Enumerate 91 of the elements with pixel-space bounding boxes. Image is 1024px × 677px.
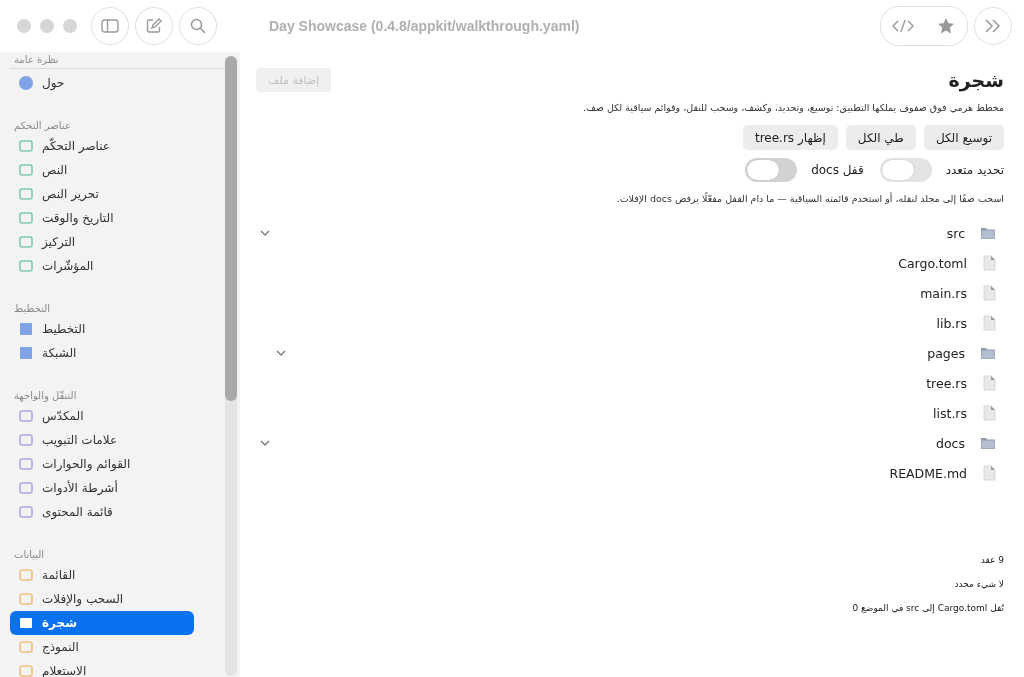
action-button[interactable]: إظهار tree.rs [742,125,838,150]
folder-icon [980,346,996,360]
tree-item[interactable]: Cargo.toml [898,255,967,271]
item-icon [19,664,33,677]
folder-icon [980,436,996,450]
sidebar-item[interactable]: القوائم والحوارات [10,452,194,476]
section-header: البيانات [13,548,46,562]
tree-item[interactable]: pages [927,345,965,361]
action-button[interactable]: توسيع الكل [923,125,1004,150]
action-button[interactable]: طي الكل [845,125,916,150]
file-icon [982,255,996,271]
page-title: شجرة [948,69,1004,91]
item-icon [19,322,33,336]
sidebar-toggle-button[interactable] [91,7,129,45]
zoom-window-button[interactable] [63,19,77,33]
file-icon [982,465,996,481]
chevron-down-icon[interactable] [260,440,270,446]
item-icon [19,568,33,582]
more-button[interactable] [974,7,1012,45]
sidebar-item[interactable]: الاستعلام [10,659,194,677]
chevrons-icon [984,19,1002,33]
tree-item[interactable]: tree.rs [926,375,967,391]
tree-item[interactable]: README.md [889,465,967,481]
tree-item[interactable]: list.rs [933,405,967,421]
item-icon [19,163,33,177]
item-icon [19,640,33,654]
toggle-switch[interactable] [879,158,932,182]
status-text: 9 عقد [979,555,1004,565]
section-header: التنقّل والواجهة [13,389,78,404]
sidebar-item[interactable]: النص [10,158,194,182]
file-icon [982,315,996,331]
description: مخطط هرمي فوق صفوف يملكها التطبيق: توسيع، وتحديد، وكشف، وسحب للنقل، وقوائم سياقية لكل صف. [582,102,1004,113]
toggle-label: تحديد متعدد [945,163,1004,177]
sidebar-item[interactable]: المؤشّرات [10,254,194,278]
tree-item[interactable]: docs [936,435,965,451]
sidebar-item[interactable]: التخطيط [10,317,194,341]
search-icon [190,18,206,34]
sidebar-item[interactable]: القائمة [10,563,194,587]
sidebar-item[interactable]: حول [10,71,194,95]
item-icon [19,211,33,225]
sidebar-icon [101,19,119,33]
sidebar-item[interactable]: الشبكة [10,341,194,365]
item-icon [19,616,33,630]
minimize-window-button[interactable] [40,19,54,33]
item-icon [19,457,33,471]
sidebar-item[interactable]: السحب والإفلات [10,587,194,611]
item-icon [19,433,33,447]
sidebar-item[interactable]: التاريخ والوقت [10,206,194,230]
sidebar-item[interactable]: شجرة [10,611,194,635]
sidebar-item[interactable]: المكدّس [10,404,194,428]
close-window-button[interactable] [17,19,31,33]
compose-button[interactable] [135,7,173,45]
toggle-label: قفل docs [811,163,864,177]
sidebar-item[interactable]: النموذج [10,635,194,659]
item-icon [19,481,33,495]
hint-text: اسحب صفًا إلى مجلد لنقله، أو استخدم قائمته السياقية — ما دام القفل مفعّلًا يرفض docs الإفلات. [615,193,1004,204]
folder-icon [980,226,996,240]
toggle-switch[interactable] [745,158,798,182]
tree-item[interactable]: src [946,225,965,241]
section-header: عناصر التحكم [13,119,72,134]
item-icon [19,409,33,423]
window-title: Day Showcase (0.4.8/appkit/walkthrough.yaml) [269,18,581,34]
sidebar-item[interactable]: تحرير النص [10,182,194,206]
file-icon [982,285,996,301]
item-icon [19,346,33,360]
chevron-down-icon[interactable] [276,350,286,356]
sidebar-item[interactable]: علامات التبويب [10,428,194,452]
item-icon [19,505,33,519]
file-icon [982,375,996,391]
item-icon [19,187,33,201]
sidebar-item[interactable]: أشرطة الأدوات [10,476,194,500]
item-icon [19,592,33,606]
item-icon [19,235,33,249]
tree-item[interactable]: lib.rs [936,315,967,331]
star-icon [936,17,955,35]
section-header: التخطيط [13,302,51,316]
file-icon [982,405,996,421]
item-icon [19,259,33,273]
item-icon [19,139,33,153]
status-text: لا شيء محدد [953,579,1004,589]
search-button[interactable] [179,7,217,45]
code-icon [891,19,914,33]
compose-icon [146,18,162,34]
status-text: نُقل Cargo.toml إلى src في الموضع 0 [851,603,1004,613]
sidebar-item[interactable]: قائمة المحتوى [10,500,194,524]
sidebar-item[interactable]: التركيز [10,230,194,254]
tree-item[interactable]: main.rs [920,285,967,301]
item-icon [19,76,33,90]
scrollbar[interactable] [225,56,237,676]
chevron-down-icon[interactable] [260,230,270,236]
sidebar-item[interactable]: عناصر التحكّم [10,134,194,158]
